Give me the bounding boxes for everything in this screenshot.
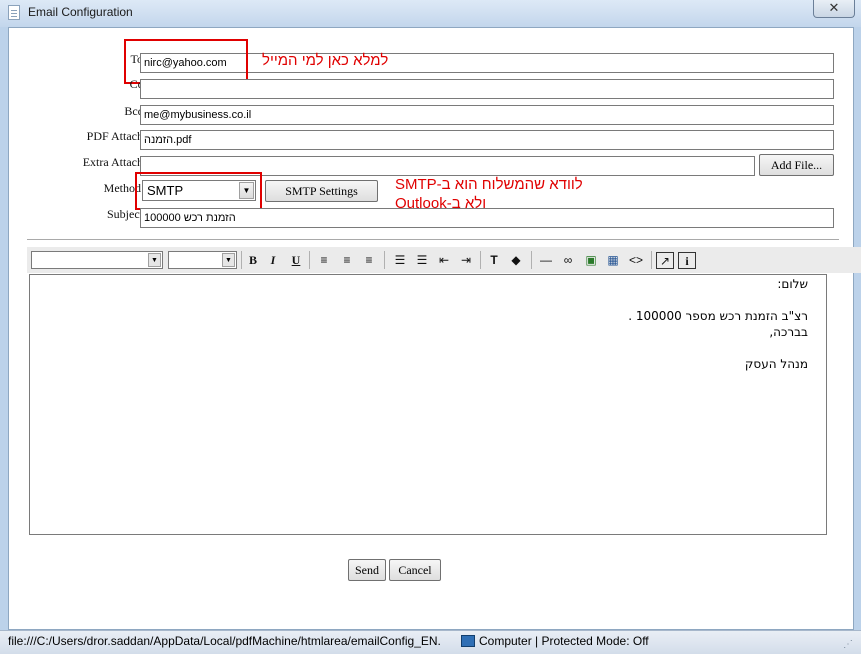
align-left-icon[interactable]: ≡	[315, 252, 333, 269]
table-icon[interactable]: ▦	[604, 252, 622, 269]
about-icon[interactable]: i	[678, 252, 696, 269]
add-file-button[interactable]: Add File...	[759, 154, 834, 176]
image-icon[interactable]: ▣	[582, 252, 600, 269]
to-annotation: למלא כאן למי המייל	[262, 52, 389, 69]
cancel-button[interactable]: Cancel	[389, 559, 441, 581]
toolbar-separator	[531, 251, 532, 269]
toolbar-separator	[384, 251, 385, 269]
horizontal-rule-icon[interactable]: —	[537, 252, 555, 269]
popup-editor-icon[interactable]: ↗	[656, 252, 674, 269]
italic-button[interactable]: I	[264, 252, 282, 269]
editor-line: מנהל העסק	[744, 357, 808, 371]
text-color-icon[interactable]: T	[485, 252, 503, 269]
unordered-list-icon[interactable]: ☰	[413, 252, 431, 269]
pdf-attach-label: PDF Attach	[86, 129, 143, 143]
status-bar: file:///C:/Users/dror.saddan/AppData/Loc…	[0, 630, 861, 654]
bold-button[interactable]: B	[244, 252, 262, 269]
underline-button[interactable]: U	[287, 252, 305, 269]
html-source-icon[interactable]: <>	[627, 252, 645, 269]
security-zone-text: Computer | Protected Mode: Off	[479, 634, 649, 648]
window-title: Email Configuration	[28, 5, 133, 19]
extra-attach-label: Extra Attach	[82, 155, 143, 169]
font-family-select[interactable]: ▼	[31, 251, 163, 269]
toolbar-separator	[309, 251, 310, 269]
outdent-icon[interactable]: ⇤	[435, 252, 453, 269]
document-icon	[8, 5, 20, 20]
editor-line: רצ"ב הזמנת רכש מספר 100000 .	[628, 309, 808, 323]
editor-line: שלום:	[777, 277, 808, 291]
title-bar: Email Configuration ✕	[0, 0, 861, 27]
cc-input[interactable]	[140, 79, 834, 99]
align-right-icon[interactable]: ≡	[360, 252, 378, 269]
smtp-settings-button[interactable]: SMTP Settings	[265, 180, 378, 202]
security-zone: Computer | Protected Mode: Off	[461, 634, 649, 648]
background-color-icon[interactable]: ◆	[507, 252, 525, 269]
chevron-down-icon[interactable]: ▼	[222, 253, 235, 267]
toolbar-separator	[241, 251, 242, 269]
send-button[interactable]: Send	[348, 559, 386, 581]
subject-label: Subject	[107, 207, 143, 221]
ordered-list-icon[interactable]: ☰	[391, 252, 409, 269]
divider	[27, 239, 839, 240]
toolbar-separator	[651, 251, 652, 269]
resize-grip-icon[interactable]: ⋰	[843, 639, 855, 651]
chevron-down-icon[interactable]: ▼	[148, 253, 161, 267]
close-button[interactable]: ✕	[813, 0, 855, 18]
editor-line: בברכה,	[769, 325, 808, 339]
method-annotation-line1: לוודא שהמשלוח הוא ב-SMTP	[395, 176, 583, 193]
dialog-body: To nirc@yahoo.com למלא כאן למי המייל Cc …	[8, 27, 861, 630]
status-url: file:///C:/Users/dror.saddan/AppData/Loc…	[8, 634, 441, 648]
method-highlight-box	[135, 172, 262, 210]
align-center-icon[interactable]: ≡	[338, 252, 356, 269]
message-editor[interactable]: שלום: רצ"ב הזמנת רכש מספר 100000 . בברכה…	[29, 274, 827, 535]
pdf-attach-input[interactable]: הזמנה.pdf	[140, 130, 834, 150]
computer-icon	[461, 635, 475, 647]
toolbar-separator	[480, 251, 481, 269]
bcc-input[interactable]: me@mybusiness.co.il	[140, 105, 834, 125]
indent-icon[interactable]: ⇥	[457, 252, 475, 269]
link-icon[interactable]: ∞	[559, 252, 577, 269]
font-size-select[interactable]: ▼	[168, 251, 237, 269]
subject-input[interactable]: הזמנת רכש 100000	[140, 208, 834, 228]
editor-toolbar: ▼ ▼ B I U ≡ ≡ ≡ ☰ ☰ ⇤ ⇥ T ◆ — ∞ ▣ ▦ <> ↗…	[27, 247, 861, 273]
